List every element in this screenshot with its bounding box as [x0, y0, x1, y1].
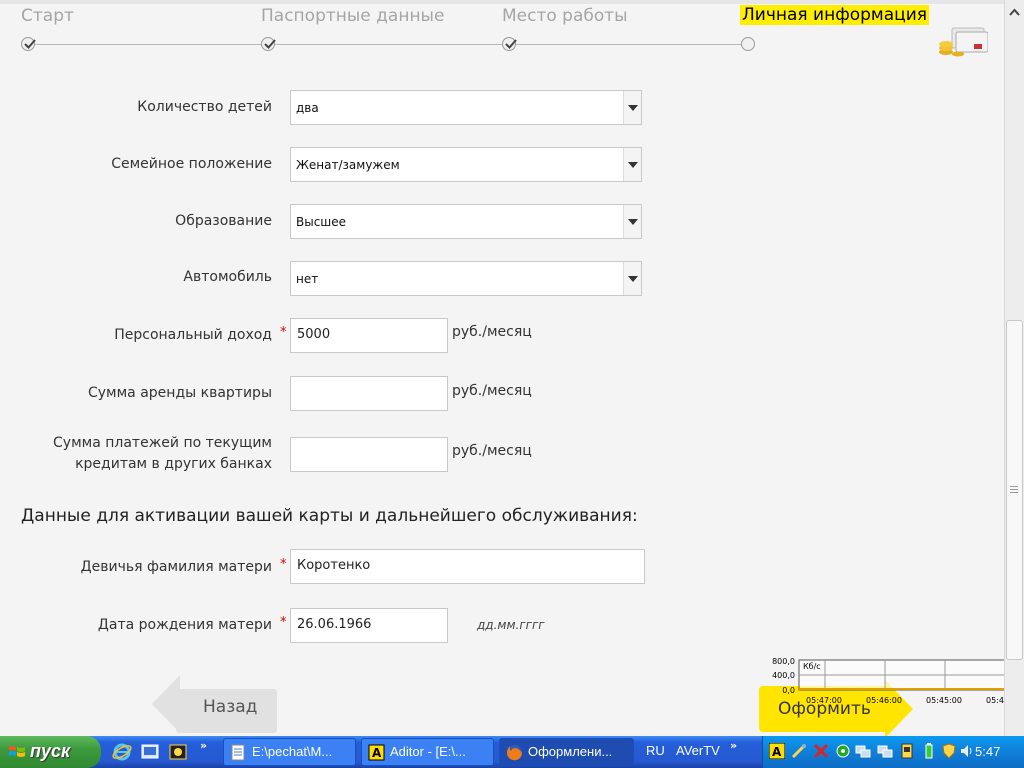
graph-x-tick-0546: 05:46:00: [866, 696, 902, 705]
loans-label-line1: Сумма платежей по текущим: [53, 435, 272, 451]
internet-explorer-icon[interactable]: [112, 742, 132, 762]
task-notepad-label: E:\pechat\M...: [252, 744, 333, 759]
graph-y-tick-400: 400,0: [772, 671, 795, 680]
network-tray-icon[interactable]: [835, 743, 851, 759]
task-notepad[interactable]: E:\pechat\M...: [223, 738, 356, 766]
loans-unit: руб./месяц: [452, 443, 532, 459]
marital-value: Женат/замужем: [296, 158, 400, 172]
step-start-check-icon: [21, 37, 36, 51]
car-label: Автомобиль: [183, 269, 272, 285]
rent-unit: руб./месяц: [452, 383, 532, 399]
aditor-icon: A: [368, 744, 385, 761]
maiden-name-input[interactable]: Коротенко: [290, 549, 645, 584]
battery-tray-icon[interactable]: [921, 743, 937, 759]
maiden-name-label: Девичья фамилия матери: [80, 559, 272, 575]
education-label: Образование: [175, 213, 272, 229]
avertv-toolbar-label[interactable]: AVerTV: [676, 743, 720, 758]
svg-text:A: A: [372, 746, 382, 760]
step-start-label: Старт: [21, 6, 74, 26]
quicklaunch-more-icon[interactable]: »: [200, 739, 207, 752]
marital-label: Семейное положение: [111, 156, 272, 172]
activation-section-title: Данные для активации вашей карты и дальн…: [21, 506, 638, 526]
progress-line: [28, 44, 748, 45]
step-personal-dot-icon: [741, 37, 755, 51]
aditor-tray-icon[interactable]: A: [769, 743, 785, 759]
windows-flag-icon: [9, 746, 25, 757]
car-chevron-down-icon[interactable]: [623, 262, 641, 295]
toolbar-more-icon[interactable]: »: [730, 739, 737, 752]
svg-text:A: A: [772, 745, 782, 759]
tools-tray-icon[interactable]: [791, 743, 807, 759]
antivirus-tray-icon[interactable]: [813, 743, 829, 759]
notepad-icon: [231, 744, 245, 761]
language-indicator[interactable]: RU: [646, 743, 665, 758]
task-aditor[interactable]: A Aditor - [E:\...: [361, 738, 494, 766]
media-player-icon[interactable]: [168, 742, 188, 762]
marital-select[interactable]: Женат/замужем: [290, 147, 642, 182]
rent-input[interactable]: [290, 376, 448, 411]
marital-chevron-down-icon[interactable]: [623, 148, 641, 181]
show-desktop-icon[interactable]: [140, 742, 160, 762]
birth-date-input[interactable]: 26.06.1966: [290, 608, 448, 643]
lan-connection-2-icon[interactable]: [877, 743, 893, 759]
graph-y-tick-0: 0,0: [782, 686, 795, 695]
graph-x-tick-0547: 05:47:00: [806, 696, 842, 705]
step-work-label: Место работы: [502, 6, 628, 26]
birth-date-format-hint: дд.мм.гггг: [477, 618, 545, 632]
vertical-scrollbar[interactable]: [1004, 0, 1024, 736]
education-select[interactable]: Высшее: [290, 204, 642, 239]
scroll-up-arrow-icon[interactable]: [1006, 2, 1023, 24]
step-passport-label: Паспортные данные: [261, 6, 445, 26]
children-chevron-down-icon[interactable]: [623, 91, 641, 124]
income-label: Персональный доход: [114, 327, 272, 343]
step-personal-label: Личная информация: [740, 5, 930, 25]
children-select[interactable]: два: [290, 90, 642, 125]
income-unit: руб./месяц: [452, 324, 532, 340]
firefox-icon: [506, 745, 522, 761]
children-value: два: [296, 101, 319, 115]
car-value: нет: [296, 272, 319, 286]
shield-tray-icon[interactable]: [941, 743, 957, 759]
graph-unit: Кб/с: [803, 662, 821, 671]
education-chevron-down-icon[interactable]: [623, 205, 641, 238]
progress-steps: Старт Паспортные данные Место работы Лич…: [0, 0, 1004, 70]
task-aditor-label: Aditor - [E:\...: [390, 744, 466, 759]
lan-connection-1-icon[interactable]: [855, 743, 871, 759]
graph-x-tick-0545: 05:45:00: [926, 696, 962, 705]
task-firefox-label: Оформлени...: [528, 744, 613, 759]
birth-required-mark: *: [280, 615, 287, 630]
back-button[interactable]: Назад: [152, 675, 277, 733]
rent-label: Сумма аренды квартиры: [88, 385, 272, 401]
graph-y-tick-800: 800,0: [772, 657, 795, 666]
back-button-label: Назад: [203, 697, 258, 717]
credit-cards-coins-icon: [938, 26, 989, 58]
car-select[interactable]: нет: [290, 261, 642, 296]
task-firefox[interactable]: Оформлени...: [499, 738, 634, 766]
maiden-required-mark: *: [280, 557, 287, 572]
education-value: Высшее: [296, 215, 347, 229]
birth-date-label: Дата рождения матери: [97, 617, 272, 633]
children-label: Количество детей: [137, 99, 272, 115]
step-work-check-icon: [502, 37, 517, 51]
start-button-label: пуск: [30, 741, 71, 761]
volume-icon[interactable]: [959, 743, 975, 759]
clock[interactable]: 5:47: [975, 744, 1000, 759]
income-input[interactable]: 5000: [290, 318, 448, 353]
start-button[interactable]: пуск: [0, 736, 101, 768]
step-passport-check-icon: [261, 37, 276, 51]
scrollbar-grip-icon: [1010, 486, 1018, 493]
income-required-mark: *: [280, 325, 287, 340]
network-traffic-graph: 800,0 400,0 0,0 Кб/с 05:47:00 05:46:00 0…: [760, 655, 1024, 710]
loans-input[interactable]: [290, 437, 448, 472]
device-tray-icon[interactable]: [899, 743, 915, 759]
loans-label-line2: кредитам в других банках: [75, 456, 272, 472]
windows-taskbar: пуск » E:\pechat\M... A Aditor - [E:\...…: [0, 736, 1024, 768]
